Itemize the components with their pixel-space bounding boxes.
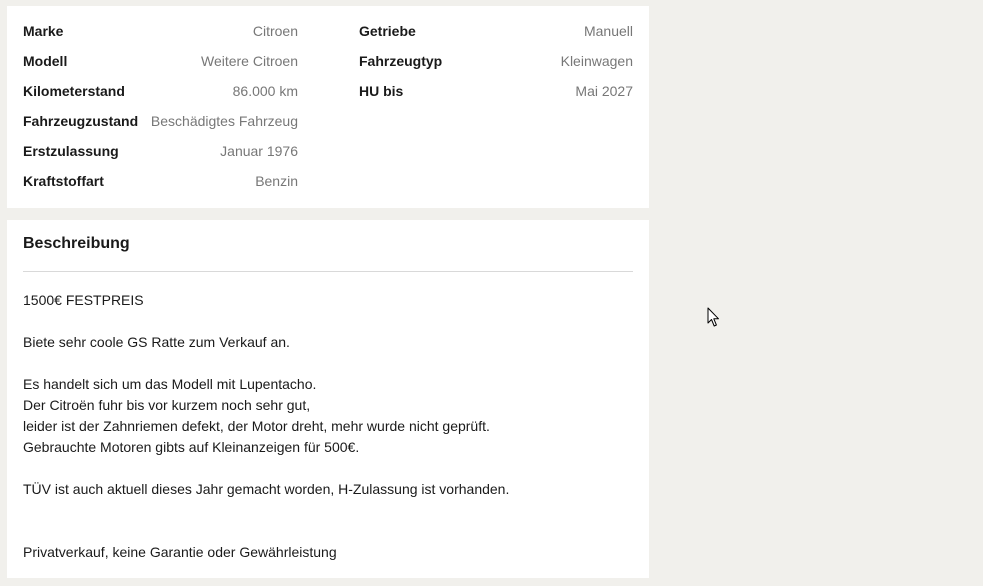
description-blank-line bbox=[23, 458, 633, 479]
description-line: 1500€ FESTPREIS bbox=[23, 292, 144, 308]
detail-value: Benzin bbox=[255, 173, 298, 189]
detail-label: Getriebe bbox=[359, 23, 416, 39]
detail-value: Mai 2027 bbox=[575, 83, 633, 99]
description-text: 1500€ FESTPREIS Biete sehr coole GS Ratte… bbox=[23, 290, 633, 563]
detail-label: Kilometerstand bbox=[23, 83, 125, 99]
description-line: Gebrauchte Motoren gibts auf Kleinanzeig… bbox=[23, 439, 360, 455]
detail-row: Marke Citroen bbox=[23, 20, 298, 50]
description-blank-line bbox=[23, 311, 633, 332]
description-blank-line bbox=[23, 521, 633, 542]
detail-row: HU bis Mai 2027 bbox=[359, 80, 633, 110]
description-divider bbox=[23, 271, 633, 272]
vehicle-details-card: Marke Citroen Modell Weitere Citroen Kilomet… bbox=[7, 6, 649, 208]
detail-value: 86.000 km bbox=[232, 83, 298, 99]
detail-row: Kraftstoffart Benzin bbox=[23, 170, 298, 200]
description-blank-line bbox=[23, 500, 633, 521]
detail-value: Citroen bbox=[252, 23, 298, 39]
detail-label: Kraftstoffart bbox=[23, 173, 104, 189]
detail-value: Weitere Citroen bbox=[200, 53, 298, 69]
mouse-pointer-icon bbox=[707, 307, 719, 327]
detail-value: Kleinwagen bbox=[560, 53, 633, 69]
detail-row: Fahrzeugtyp Kleinwagen bbox=[359, 50, 633, 80]
description-line: leider ist der Zahnriemen defekt, der Mo… bbox=[23, 418, 490, 434]
description-line: Der Citroën fuhr bis vor kurzem noch seh… bbox=[23, 397, 311, 413]
detail-label: Marke bbox=[23, 23, 64, 39]
details-column-right: Getriebe Manuell Fahrzeugtyp Kleinwagen HU b… bbox=[359, 20, 633, 110]
detail-value: Beschädigtes Fahrzeug bbox=[150, 113, 298, 129]
detail-label: HU bis bbox=[359, 83, 404, 99]
detail-row: Modell Weitere Citroen bbox=[23, 50, 298, 80]
detail-row: Kilometerstand 86.000 km bbox=[23, 80, 298, 110]
details-column-left: Marke Citroen Modell Weitere Citroen Kilomet… bbox=[23, 20, 298, 200]
description-line: Biete sehr coole GS Ratte zum Verkauf an… bbox=[23, 334, 290, 350]
description-blank-line bbox=[23, 353, 633, 374]
description-line: Es handelt sich um das Modell mit Lupent… bbox=[23, 376, 317, 392]
detail-label: Erstzulassung bbox=[23, 143, 119, 159]
detail-label: Modell bbox=[23, 53, 68, 69]
description-line: Privatverkauf, keine Garantie oder Gewäh… bbox=[23, 544, 337, 560]
description-card: Beschreibung 1500€ FESTPREIS Biete sehr c… bbox=[7, 220, 649, 578]
detail-value: Manuell bbox=[583, 23, 633, 39]
detail-label: Fahrzeugzustand bbox=[23, 113, 139, 129]
detail-label: Fahrzeugtyp bbox=[359, 53, 443, 69]
detail-row: Erstzulassung Januar 1976 bbox=[23, 140, 298, 170]
detail-row: Getriebe Manuell bbox=[359, 20, 633, 50]
description-line: TÜV ist auch aktuell dieses Jahr gemacht… bbox=[23, 481, 510, 497]
description-title: Beschreibung bbox=[23, 235, 130, 252]
detail-row: Fahrzeugzustand Beschädigtes Fahrzeug bbox=[23, 110, 298, 140]
detail-value: Januar 1976 bbox=[220, 143, 298, 159]
